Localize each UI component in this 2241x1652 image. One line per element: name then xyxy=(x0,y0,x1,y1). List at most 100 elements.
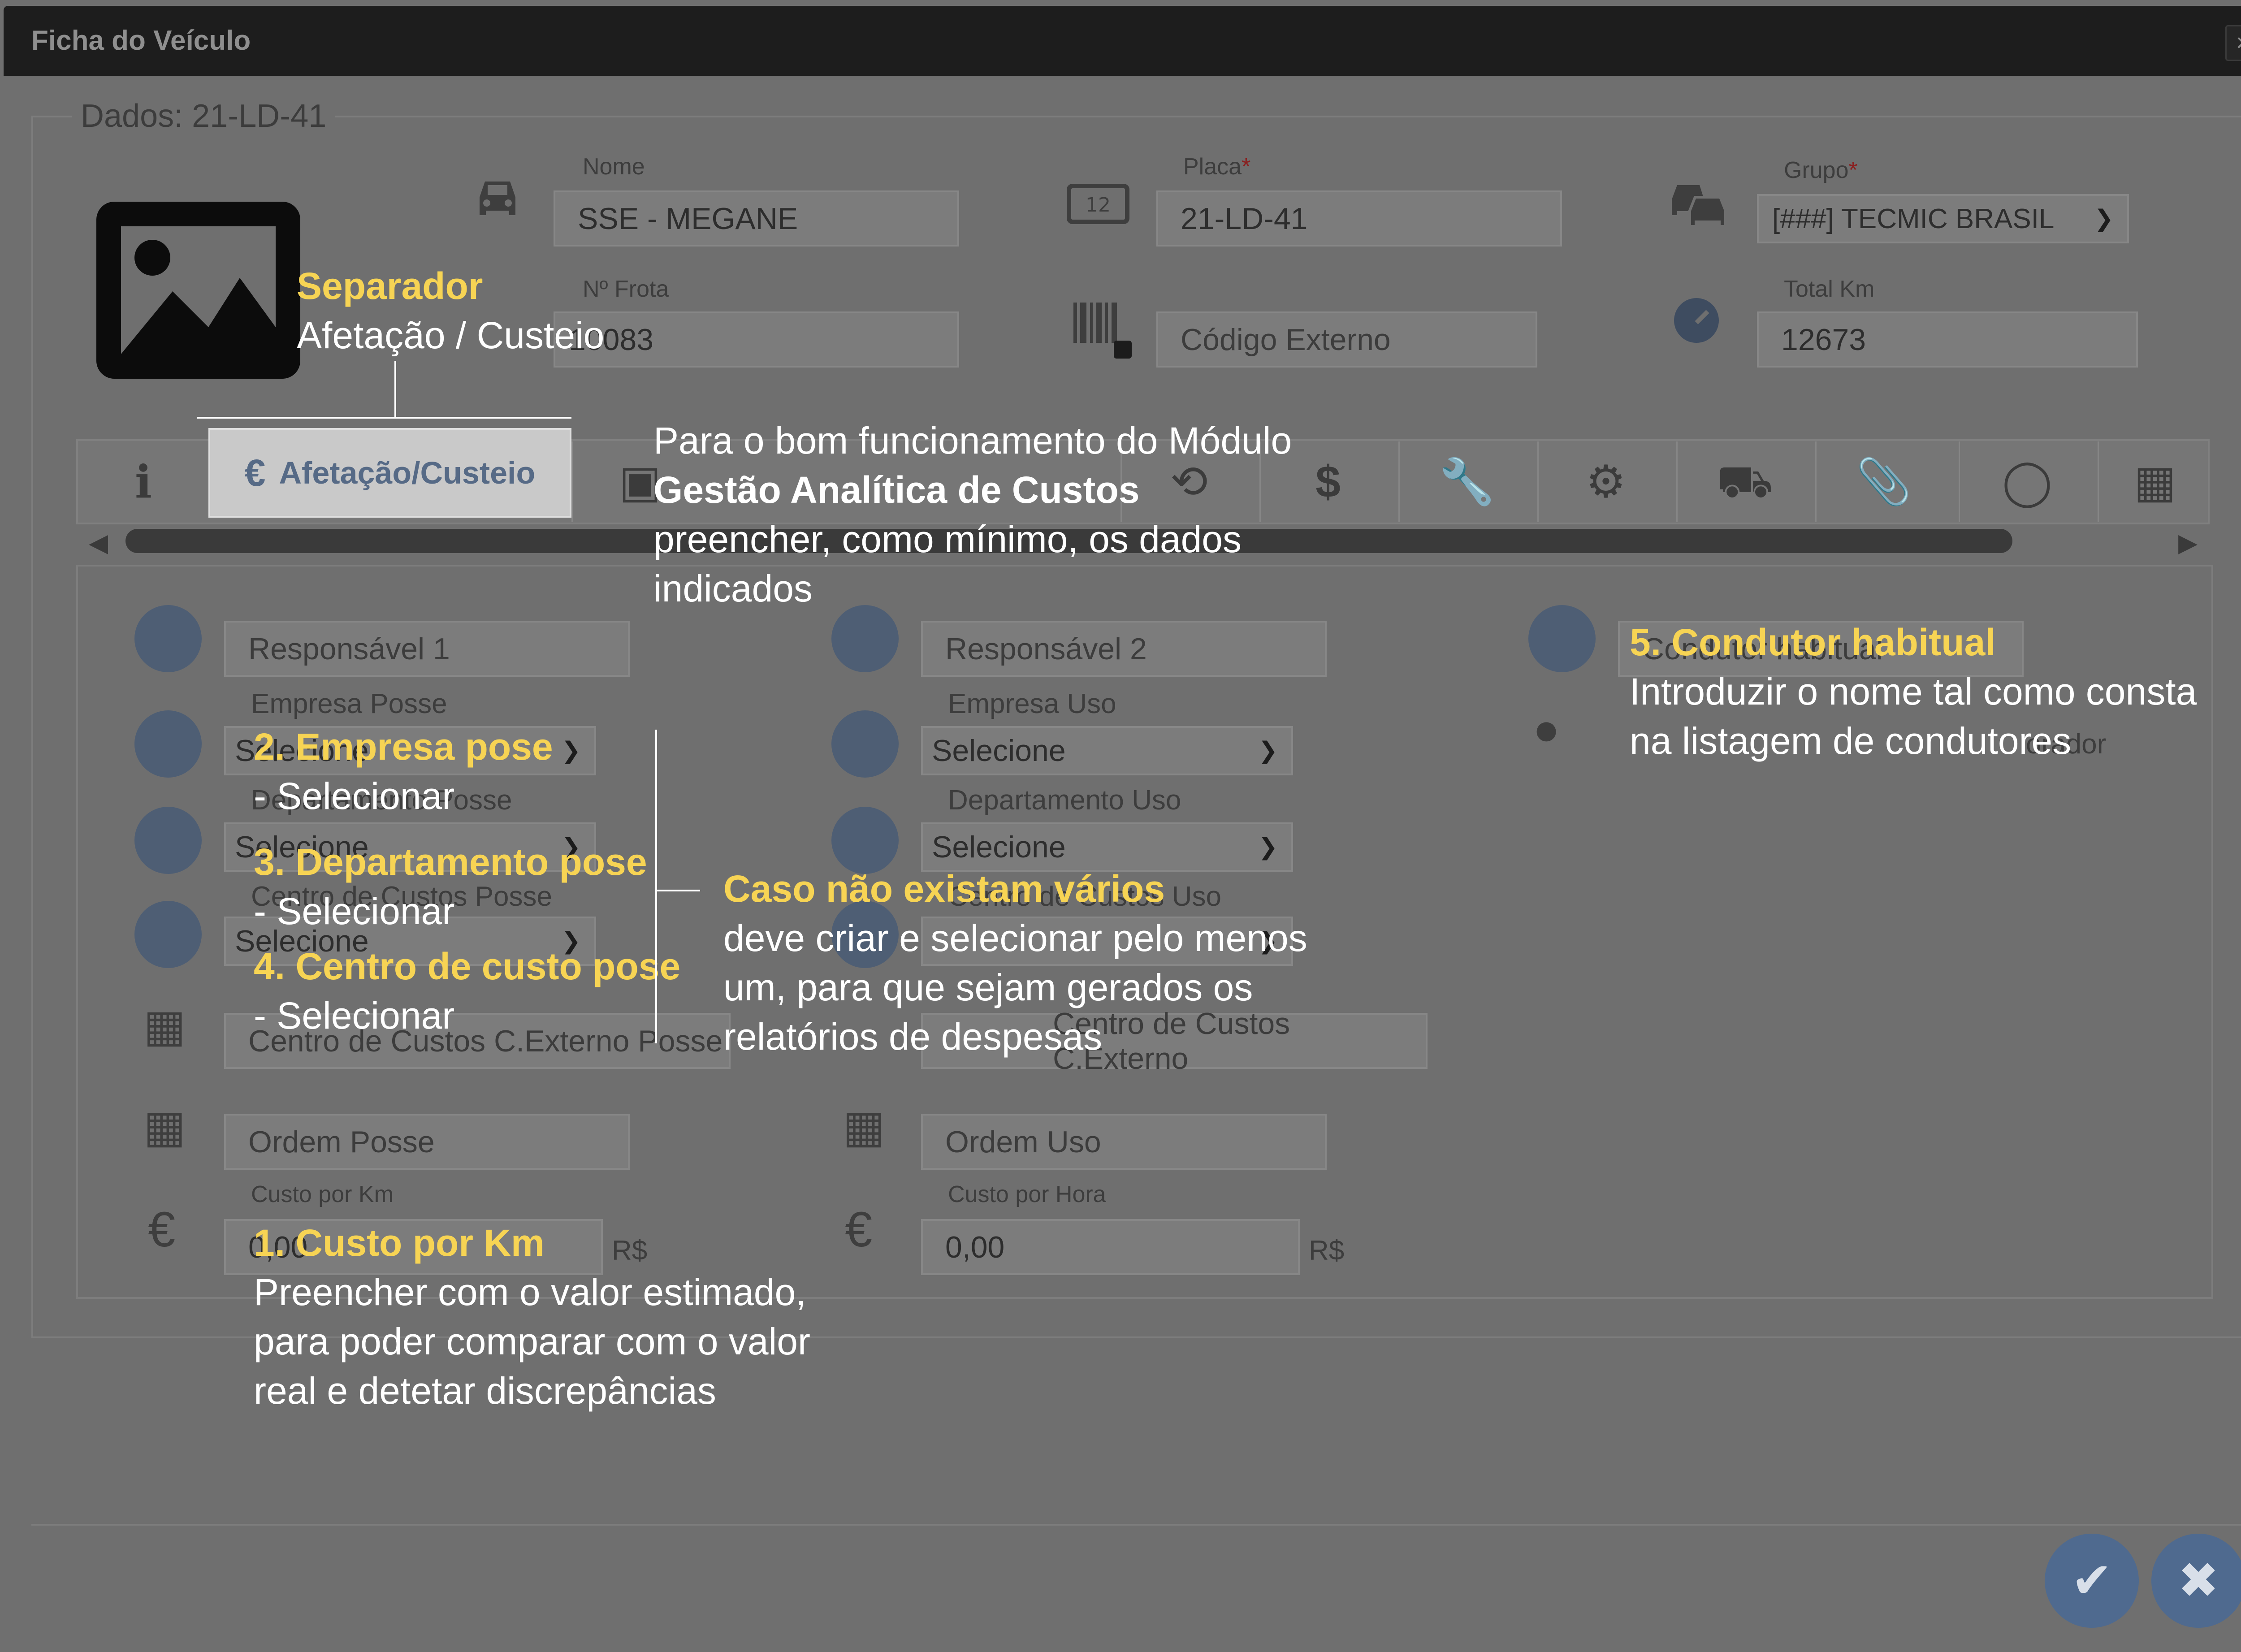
currency-label: R$ xyxy=(612,1235,648,1266)
frota-label: Nº Frota xyxy=(583,276,669,302)
cancel-button[interactable]: ✖ xyxy=(2151,1534,2241,1628)
nome-input[interactable]: SSE - MEGANE xyxy=(554,190,959,247)
annotation-modulo-2: Gestão Analítica de Custos xyxy=(653,469,1140,511)
license-plate-icon: 12 xyxy=(1067,184,1129,226)
cars-group-icon xyxy=(1667,177,1735,233)
currency-label: R$ xyxy=(1309,1235,1345,1266)
scroll-right-arrow[interactable]: ▶ xyxy=(2178,528,2198,558)
nome-label: Nome xyxy=(583,154,645,180)
svg-text:12: 12 xyxy=(1086,194,1111,216)
annotation-2-title: 2. Empresa pose xyxy=(254,726,553,768)
toggle-icon: ◯ xyxy=(2002,457,2052,507)
tab-gear[interactable]: ⚙ xyxy=(1537,441,1673,522)
dollar-icon: $ xyxy=(1315,457,1341,507)
euro-icon: € xyxy=(148,1202,176,1257)
empresa-uso-select[interactable]: Selecione ❯ xyxy=(921,726,1293,775)
barcode-icon xyxy=(1071,300,1134,365)
tab-toggle[interactable]: ◯ xyxy=(1959,441,2094,522)
close-icon[interactable]: × xyxy=(2225,25,2241,61)
chevron-down-icon: ❯ xyxy=(1258,834,1278,860)
title-bar xyxy=(4,6,2241,76)
annotation-3-sub: - Selecionar xyxy=(254,890,455,932)
custo-hora-label: Custo por Hora xyxy=(948,1181,1106,1207)
gauge-icon xyxy=(1672,296,1721,347)
grupo-select[interactable]: [###] TECMIC BRASIL ❯ xyxy=(1757,194,2129,243)
tab-wrench[interactable]: 🔧 xyxy=(1398,441,1534,522)
footer-divider xyxy=(31,1524,2241,1526)
euro-icon: € xyxy=(244,451,266,494)
grupo-label: Grupo* xyxy=(1784,157,1858,183)
scroll-left-arrow[interactable]: ◀ xyxy=(89,528,108,558)
tab-info[interactable]: i xyxy=(76,441,211,522)
user-truck-icon: ● xyxy=(1533,704,1560,754)
annotation-1-title: 1. Custo por Km xyxy=(254,1222,545,1264)
confirm-button[interactable]: ✔ xyxy=(2045,1534,2139,1628)
department-icon xyxy=(831,807,899,874)
annotation-modulo-3: preencher, como mínimo, os dados xyxy=(653,518,1242,560)
total-km-label: Total Km xyxy=(1784,276,1875,302)
callout-line xyxy=(655,730,657,1043)
calculator-add-icon: ▦ xyxy=(143,1001,186,1051)
annotation-2-sub: - Selecionar xyxy=(254,775,455,817)
ordem-uso-input[interactable]: Ordem Uso xyxy=(921,1114,1327,1170)
tab-car[interactable]: ⛟ xyxy=(1676,441,1812,522)
image-icon xyxy=(114,220,282,361)
calculator-order-icon: ▦ xyxy=(143,1102,186,1152)
annotation-caso-3: relatórios de despesas xyxy=(723,1016,1103,1058)
car-icon: ⛟ xyxy=(1717,457,1773,507)
total-km-input[interactable]: 12673 xyxy=(1757,311,2138,368)
annotation-caso-1: deve criar e selecionar pelo menos xyxy=(723,917,1307,959)
dialog-title: Ficha do Veículo xyxy=(31,25,251,56)
departamento-uso-select[interactable]: Selecione ❯ xyxy=(921,822,1293,872)
annotation-5-2: na listagem de condutores xyxy=(1630,720,2072,762)
annotation-1-1: Preencher com o valor estimado, xyxy=(254,1271,806,1313)
map-icon: ▦ xyxy=(2133,457,2176,507)
chevron-down-icon: ❯ xyxy=(561,738,581,764)
driver-user-icon xyxy=(1528,605,1596,672)
tab-afetacao-custeio[interactable]: € Afetação/Custeio xyxy=(208,428,571,518)
responsavel1-input[interactable]: Responsável 1 xyxy=(224,621,630,677)
wrench-icon: 🔧 xyxy=(1439,457,1495,507)
annotation-separador-sub: Afetação / Custeio xyxy=(297,314,605,356)
annotation-4-title: 4. Centro de custo pose xyxy=(254,945,681,987)
empresa-uso-label: Empresa Uso xyxy=(948,688,1116,719)
chevron-down-icon: ❯ xyxy=(1258,738,1278,764)
frota-input[interactable]: 10083 xyxy=(554,311,959,368)
tab-map[interactable]: ▦ xyxy=(2098,441,2211,522)
euro-clock-icon: € xyxy=(845,1202,873,1257)
annotation-5-1: Introduzir o nome tal como consta xyxy=(1630,670,2197,713)
paperclip-icon: 📎 xyxy=(1856,457,1912,507)
annotation-1-3: real e detetar discrepâncias xyxy=(254,1370,716,1412)
history-icon: ⟲ xyxy=(1170,457,1208,507)
department-icon xyxy=(134,807,202,874)
annotation-3-title: 3. Departamento pose xyxy=(254,841,647,883)
annotation-modulo-4: indicados xyxy=(653,567,813,610)
calculator-icon xyxy=(134,901,202,968)
annotation-caso-2: um, para que sejam gerados os xyxy=(723,966,1253,1008)
annotation-separador-title: Separador xyxy=(297,265,483,307)
company-icon xyxy=(831,710,899,778)
callout-line xyxy=(655,890,700,891)
placa-label: Placa* xyxy=(1183,154,1251,180)
ordem-posse-input[interactable]: Ordem Posse xyxy=(224,1114,630,1170)
info-icon: i xyxy=(135,455,152,508)
vehicle-image-placeholder[interactable] xyxy=(96,202,300,379)
fieldset-legend: Dados: 21-LD-41 xyxy=(72,98,336,134)
departamento-uso-label: Departamento Uso xyxy=(948,785,1181,816)
company-icon xyxy=(134,710,202,778)
placa-input[interactable]: 21-LD-41 xyxy=(1156,190,1562,247)
empresa-posse-label: Empresa Posse xyxy=(251,688,447,719)
annotation-1-2: para poder comparar com o valor xyxy=(254,1320,810,1362)
gear-icon: ⚙ xyxy=(1586,457,1626,507)
callout-line xyxy=(197,417,571,419)
annotation-caso-title: Caso não existam vários xyxy=(723,868,1165,910)
codigo-externo-input[interactable]: Código Externo xyxy=(1156,311,1537,368)
custo-hora-input[interactable]: 0,00 xyxy=(921,1219,1300,1275)
responsible-user-icon xyxy=(134,605,202,672)
responsible-user-icon xyxy=(831,605,899,672)
car-icon xyxy=(466,173,529,234)
calculator-barcode-icon: ▦ xyxy=(843,1102,885,1152)
chevron-down-icon: ❯ xyxy=(2094,206,2114,232)
responsavel2-input[interactable]: Responsável 2 xyxy=(921,621,1327,677)
tab-attachments[interactable]: 📎 xyxy=(1815,441,1951,522)
